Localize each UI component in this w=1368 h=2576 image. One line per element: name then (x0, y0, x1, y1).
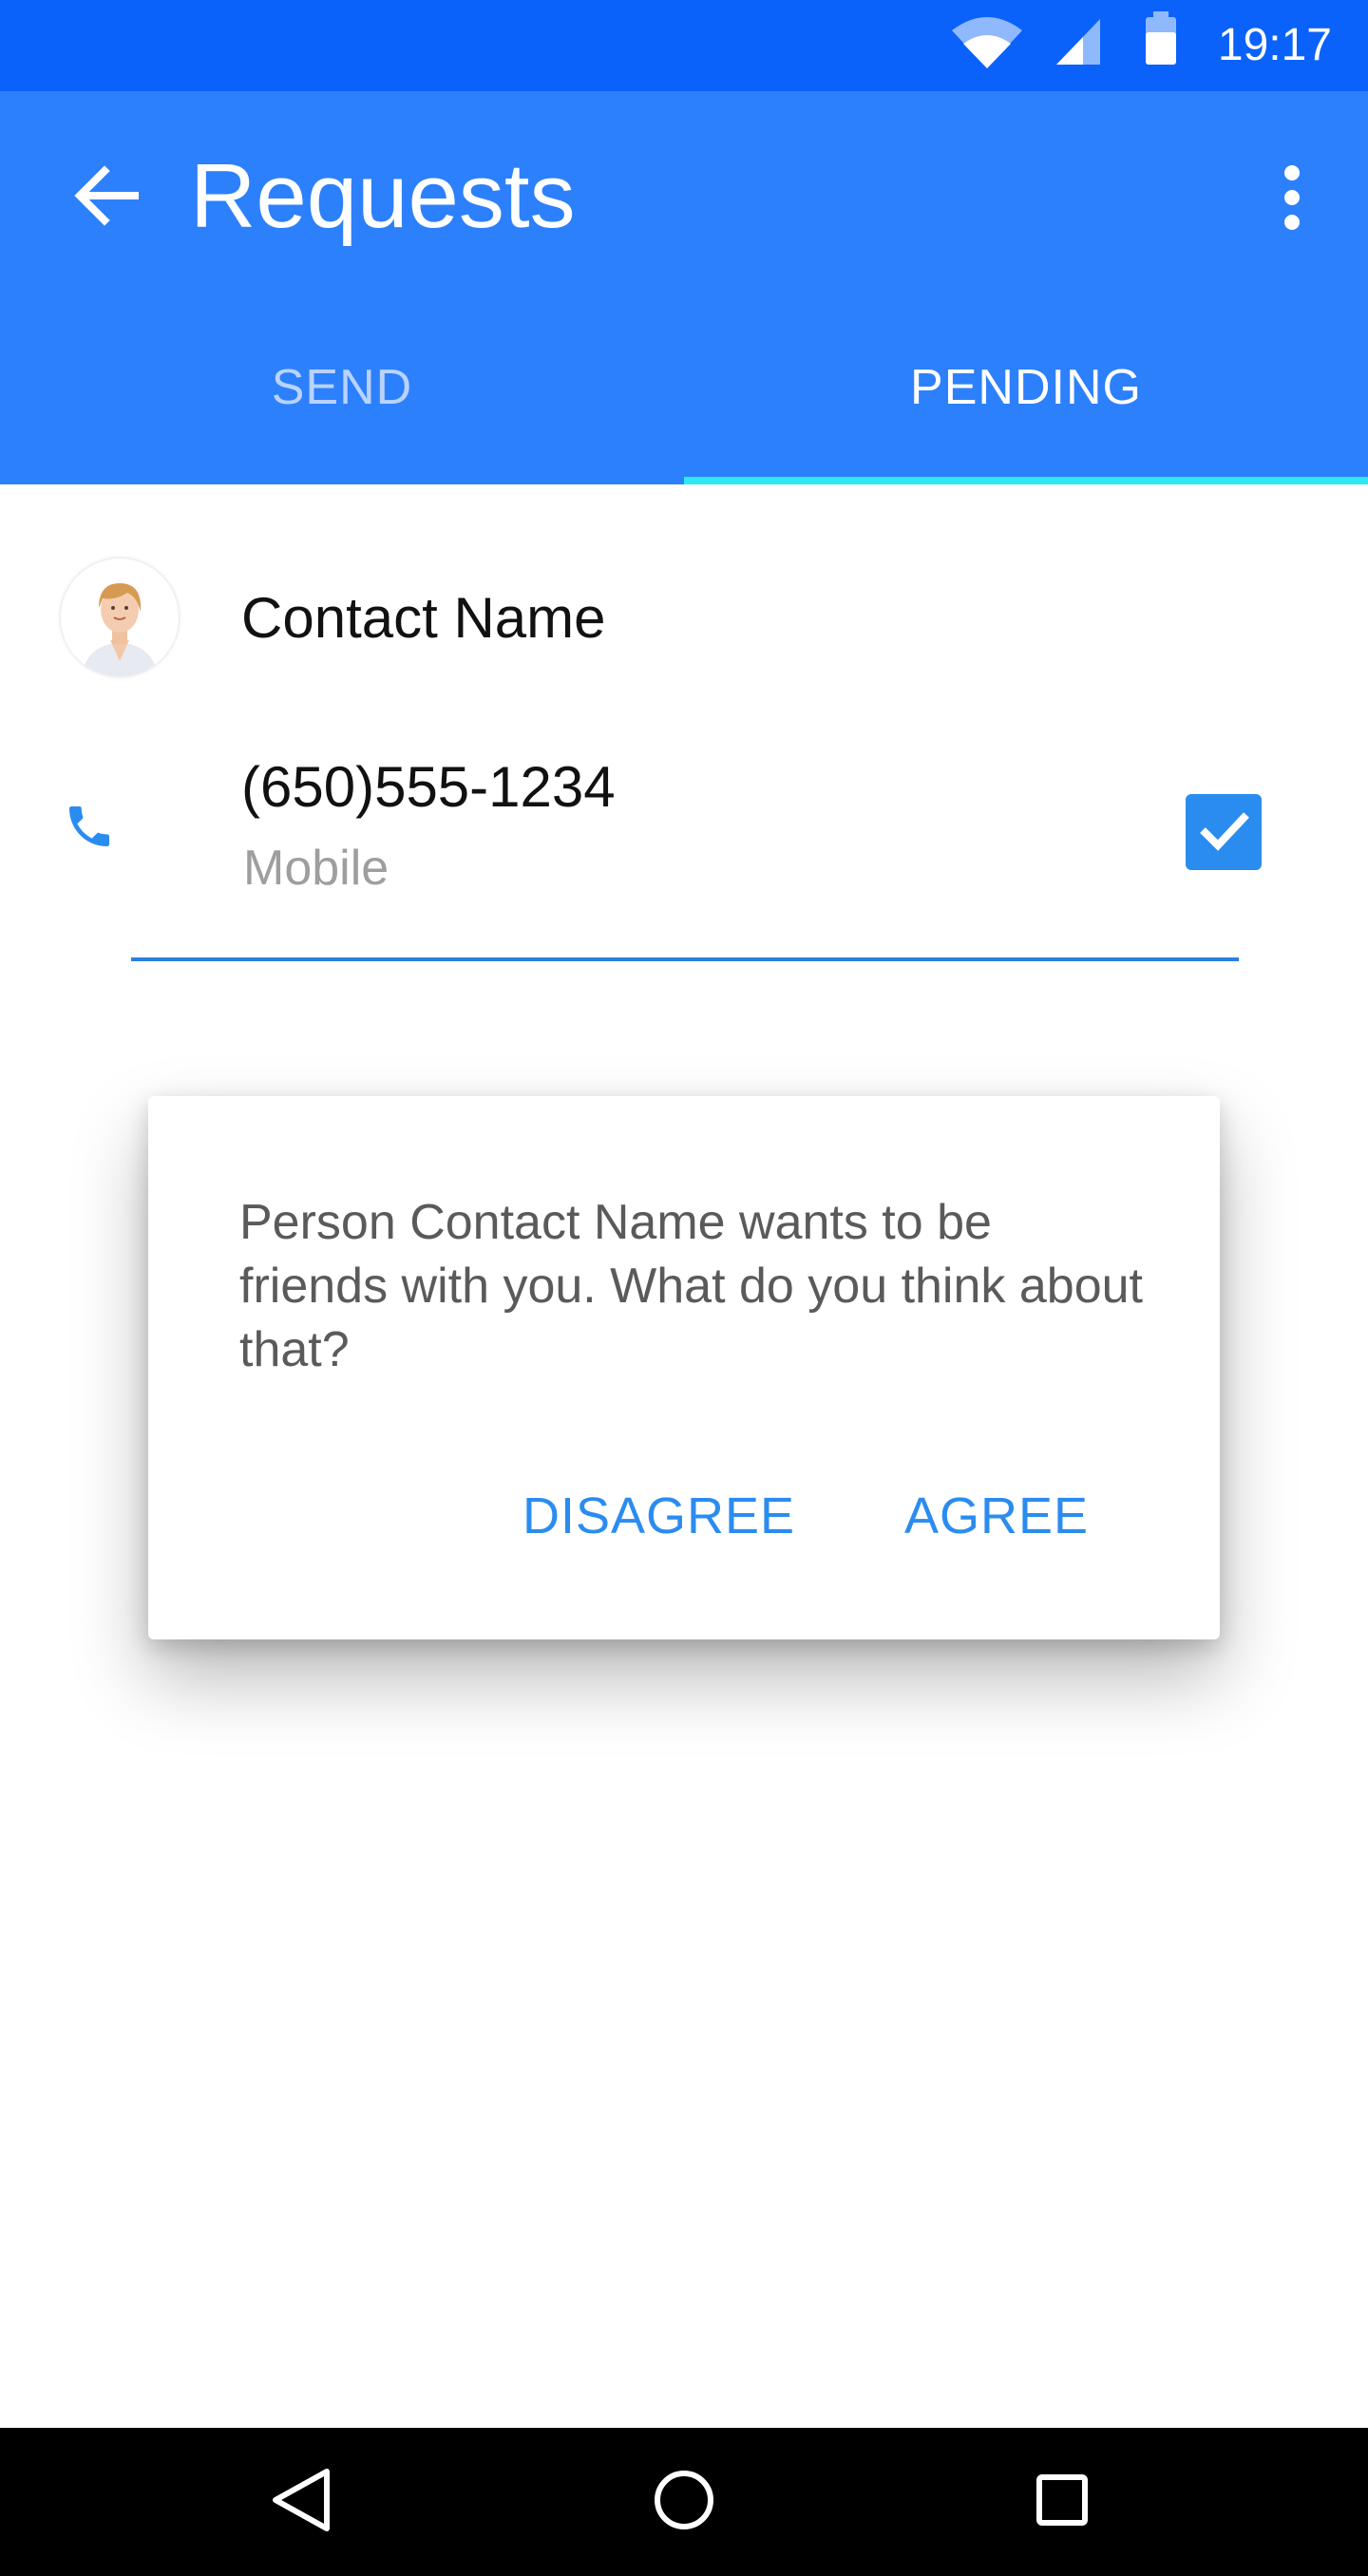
phone-number: (650)555-1234 (241, 755, 616, 819)
nav-home-button[interactable] (636, 2454, 732, 2549)
app-bar: Requests SEND PENDING (0, 91, 1368, 484)
wifi-icon (950, 13, 1024, 75)
dialog-message: Person Contact Name wants to be friends … (239, 1195, 1143, 1377)
select-checkbox[interactable] (1186, 794, 1262, 870)
battery-icon (1144, 11, 1178, 71)
nav-recents-icon (1028, 2466, 1096, 2539)
tab-indicator (684, 477, 1368, 484)
status-bar: 19:17 (0, 0, 1368, 91)
nav-home-icon (650, 2466, 718, 2539)
more-vert-icon (1282, 163, 1302, 237)
navigation-bar (0, 2428, 1368, 2576)
nav-back-icon (268, 2466, 336, 2539)
phone-icon (63, 800, 116, 858)
tab-send-label: SEND (271, 360, 413, 415)
nav-recents-button[interactable] (1015, 2454, 1110, 2549)
arrow-back-icon (72, 161, 141, 235)
nav-back-button[interactable] (255, 2454, 350, 2549)
phone-row[interactable]: (650)555-1234 Mobile (0, 741, 1368, 961)
more-options-button[interactable] (1254, 154, 1330, 245)
contact-row[interactable]: Contact Name (0, 551, 1368, 684)
tab-pending[interactable]: PENDING (684, 360, 1368, 484)
avatar (61, 559, 179, 676)
agree-button[interactable]: AGREE (904, 1486, 1089, 1546)
row-divider (131, 957, 1239, 961)
check-icon (1193, 800, 1254, 865)
cell-signal-icon (1054, 17, 1102, 71)
page-title: Requests (190, 145, 576, 247)
phone-type: Mobile (243, 841, 390, 896)
friend-request-dialog: Person Contact Name wants to be friends … (148, 1096, 1220, 1639)
status-time: 19:17 (1217, 20, 1332, 70)
contact-name: Contact Name (241, 586, 606, 650)
tab-bar: SEND PENDING (0, 360, 1368, 484)
tab-send[interactable]: SEND (0, 360, 684, 484)
disagree-button[interactable]: DISAGREE (522, 1486, 795, 1546)
tab-pending-label: PENDING (910, 360, 1142, 415)
back-button[interactable] (57, 148, 156, 247)
